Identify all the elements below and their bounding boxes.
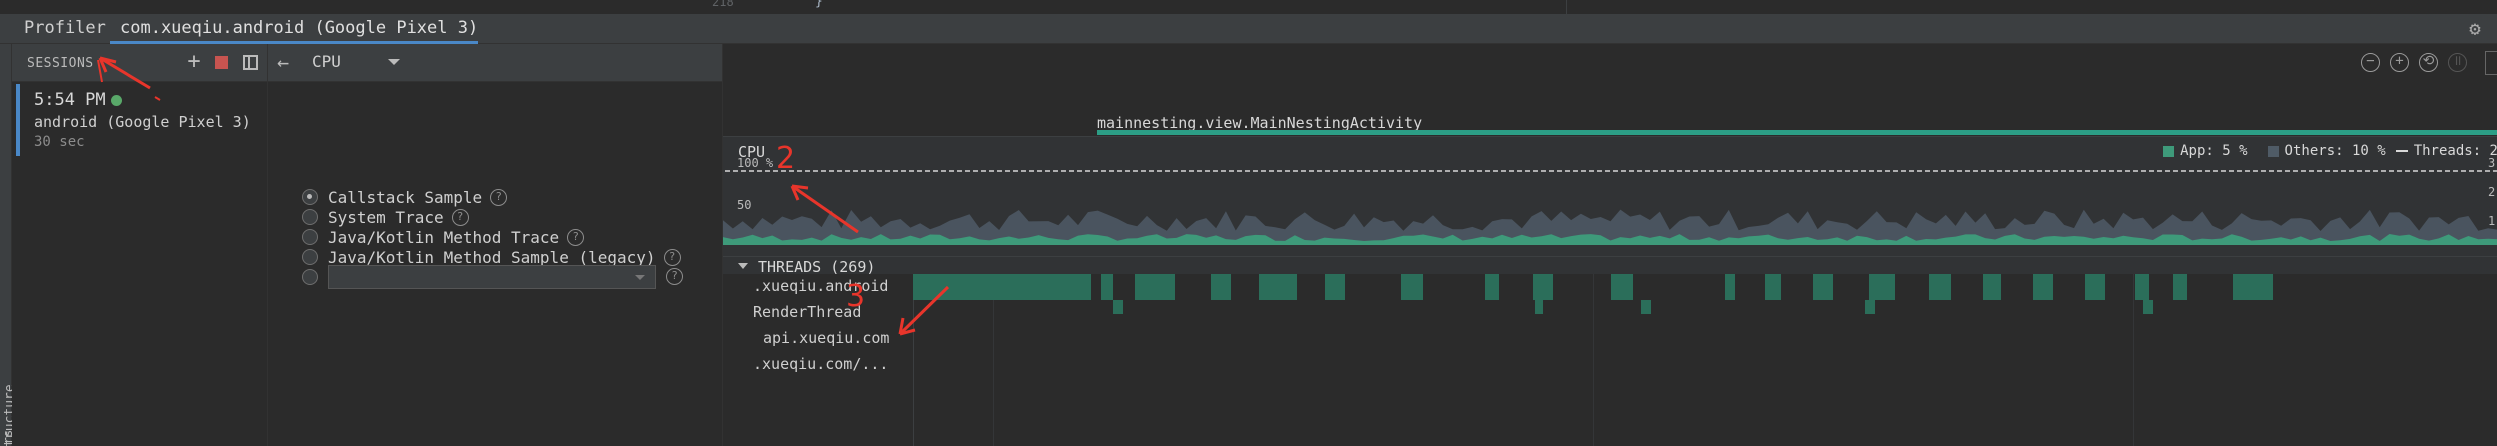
threads-header[interactable]: THREADS (269) (723, 256, 2497, 276)
legend-others: Others: 10 % (2284, 143, 2386, 159)
thread-row[interactable]: api.xueqiu.com (723, 326, 2497, 352)
add-session-button[interactable]: + (184, 50, 204, 74)
others-swatch (2267, 145, 2279, 157)
thread-row[interactable]: .xueqiu.com/... (723, 352, 2497, 378)
option-label: Callstack Sample (328, 187, 483, 207)
thread-row[interactable]: .xueqiu.android (723, 274, 2497, 300)
editor-divider (1566, 0, 1567, 14)
cpu-monitor[interactable]: CPU App: 5 % Others: 10 % Threads: 2 100… (723, 136, 2497, 256)
custom-config-select[interactable] (328, 265, 656, 289)
help-icon[interactable]: ? (490, 188, 508, 206)
zoom-out-icon[interactable]: − (2361, 53, 2380, 72)
profiler-tab-bar: Profiler com.xueqiu.android (Google Pixe… (0, 14, 2497, 44)
thread-row[interactable]: RenderThread (723, 300, 2497, 326)
sessions-panel: SESSIONS + 5:54 PM android (Google Pixel… (12, 44, 268, 446)
sessions-title: SESSIONS (27, 56, 94, 71)
live-toggle-button[interactable] (2485, 51, 2497, 75)
session-time: 5:54 PM (34, 90, 106, 110)
editor-remnant: 218 } (0, 0, 2497, 14)
sessions-header: SESSIONS + (12, 44, 267, 82)
threads-list: .xueqiu.android RenderThread api.xueqiu.… (723, 274, 2497, 446)
zoom-in-icon[interactable]: + (2390, 53, 2409, 72)
session-device: android (Google Pixel 3) (34, 113, 251, 131)
session-item[interactable]: 5:54 PM android (Google Pixel 3) 30 sec (12, 84, 268, 160)
thread-name: .xueqiu.android (753, 277, 889, 295)
thread-name: RenderThread (753, 303, 862, 321)
radio-method-sample-legacy[interactable] (302, 249, 318, 265)
session-selected-indicator (16, 84, 20, 156)
thread-name: .xueqiu.com/... (753, 355, 889, 373)
radio-callstack-sample[interactable] (302, 189, 318, 205)
threads-swatch (2395, 150, 2408, 152)
axis-label-mid: 50 (737, 198, 752, 212)
option-label: Java/Kotlin Method Trace (328, 227, 560, 247)
cpu-legend: App: 5 % Others: 10 % Threads: 2 (2163, 143, 2497, 159)
back-arrow-icon[interactable]: ← (272, 50, 294, 74)
pause-icon[interactable]: ॥ (2448, 53, 2467, 72)
timeline-toolbar: − + ⟲ ॥ (723, 44, 2497, 82)
option-label: Java/Kotlin Method Sample (legacy) (328, 247, 656, 267)
option-custom-config[interactable] (302, 265, 656, 289)
monitor-select-value: CPU (312, 52, 341, 71)
help-icon[interactable]: ? (567, 228, 585, 246)
option-label: System Trace (328, 207, 444, 227)
activity-track: mainnesting.view.MainNestingActivity (723, 82, 2497, 135)
live-indicator-icon (111, 95, 122, 106)
thread-state-lane (913, 274, 2497, 300)
radio-custom-config[interactable] (302, 269, 318, 285)
right-axis-label-mid: 2 (2488, 185, 2496, 199)
thread-name: api.xueqiu.com (763, 329, 890, 347)
expand-caret-icon[interactable] (738, 263, 748, 269)
axis-label-top: 100 % (737, 156, 774, 170)
left-tool-strip: Structure (0, 44, 18, 446)
right-axis-label-top: 3 (2488, 156, 2496, 170)
legend-threads: Threads: 2 (2413, 143, 2497, 159)
session-duration: 30 sec (34, 134, 85, 150)
profiler-toolbar: ← CPU (268, 44, 722, 82)
help-icon[interactable]: ? (663, 248, 681, 266)
help-icon[interactable]: ? (451, 208, 469, 226)
gear-icon[interactable]: ⚙ (2465, 19, 2485, 39)
reset-zoom-icon[interactable]: ⟲ (2419, 53, 2438, 72)
code-line: } (815, 0, 823, 9)
radio-method-trace[interactable] (302, 229, 318, 245)
monitor-select[interactable]: CPU (312, 52, 404, 74)
chevron-down-icon (388, 59, 400, 65)
chevron-down-icon (635, 275, 645, 280)
recording-config-panel: Callstack Sample ? System Trace ? Java/K… (268, 82, 722, 446)
timeline-panel: − + ⟲ ॥ mainnesting.view.MainNestingActi… (722, 44, 2497, 446)
legend-app: App: 5 % (2180, 143, 2248, 159)
stop-session-button[interactable] (215, 56, 228, 69)
thread-state-lane (913, 300, 2497, 326)
help-icon[interactable]: ? (666, 268, 683, 285)
activity-bar[interactable] (1097, 130, 2497, 135)
collapse-panel-icon[interactable] (243, 55, 258, 70)
app-swatch (2163, 145, 2175, 157)
line-number: 218 (712, 0, 734, 9)
profiler-title[interactable]: Profiler (24, 18, 106, 38)
radio-system-trace[interactable] (302, 209, 318, 225)
right-axis-label-low: 1 (2488, 214, 2496, 228)
